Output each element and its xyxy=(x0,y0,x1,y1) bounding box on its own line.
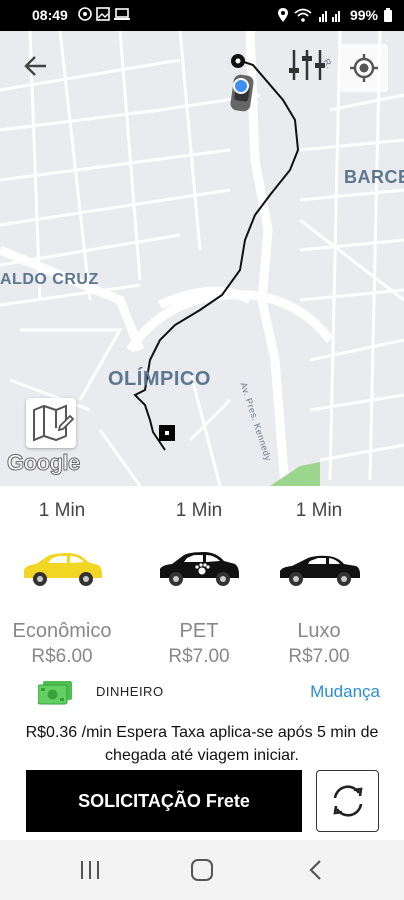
change-payment-link[interactable]: Mudança xyxy=(310,682,380,702)
map-label-barce: BARCE xyxy=(344,167,404,187)
eta-pet: 1 Min xyxy=(175,500,223,521)
crosshair-icon xyxy=(350,54,378,82)
laptop-icon xyxy=(114,8,130,20)
google-logo: Google xyxy=(7,450,81,476)
back-arrow-icon[interactable] xyxy=(22,52,50,80)
signal-icon xyxy=(318,11,340,22)
map-label-olimpico: OLÍMPICO xyxy=(108,368,211,390)
option-name-pet[interactable]: PET xyxy=(129,620,269,643)
location-icon xyxy=(277,8,288,22)
filter-sliders-icon[interactable] xyxy=(288,48,326,82)
back-nav-icon[interactable] xyxy=(303,858,329,882)
pet-car-icon[interactable] xyxy=(156,550,240,588)
option-name-luxo[interactable]: Luxo xyxy=(249,620,389,643)
yellow-car-icon[interactable] xyxy=(20,550,104,588)
option-price-pet: R$7.00 xyxy=(168,646,230,667)
cash-icon xyxy=(38,681,72,705)
notification-icon xyxy=(78,7,92,21)
status-time: 08:49 xyxy=(32,7,68,23)
eta-luxo: 1 Min xyxy=(295,500,343,521)
my-location-button[interactable] xyxy=(340,44,388,92)
system-nav-bar xyxy=(0,840,404,900)
home-icon[interactable] xyxy=(189,858,215,882)
map-label-aldo-cruz: ALDO CRUZ xyxy=(0,271,99,288)
refresh-icon xyxy=(332,785,363,817)
eta-economico: 1 Min xyxy=(38,500,86,521)
park-area xyxy=(270,462,320,486)
option-price-luxo: R$7.00 xyxy=(288,646,350,667)
map-type-button[interactable] xyxy=(26,398,76,448)
battery-percent: 99% xyxy=(349,7,378,23)
battery-icon xyxy=(384,8,392,22)
luxury-car-icon[interactable] xyxy=(278,550,362,588)
payment-method-label: DINHEIRO xyxy=(96,684,164,699)
option-price-economico: R$6.00 xyxy=(31,646,93,667)
map-edit-icon xyxy=(33,404,75,442)
option-name-economico[interactable]: Econômico xyxy=(0,620,132,643)
status-bar: 08:49 99% xyxy=(0,0,404,31)
wifi-icon xyxy=(294,8,312,22)
waiting-fee-text: R$0.36 /min Espera Taxa aplica-se após 5… xyxy=(25,724,379,764)
pickup-dot xyxy=(233,78,249,94)
image-icon xyxy=(96,7,110,21)
request-ride-button[interactable]: SOLICITAÇÃO Frete xyxy=(26,770,302,832)
recent-apps-icon[interactable] xyxy=(77,858,103,882)
refresh-button[interactable] xyxy=(316,770,379,832)
